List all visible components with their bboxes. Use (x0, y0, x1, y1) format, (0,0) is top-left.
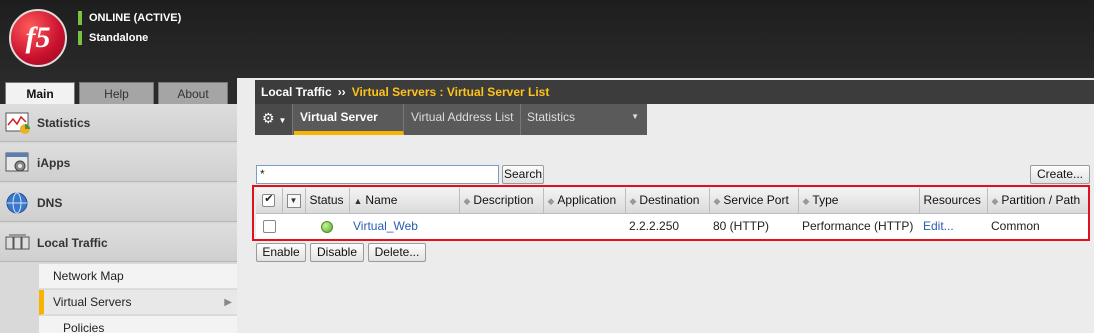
tab-statistics[interactable]: Statistics ▼ (521, 104, 647, 135)
chevron-down-icon: ▼ (286, 193, 301, 208)
sort-icon: ◆ (547, 196, 555, 207)
enable-button[interactable]: Enable (256, 243, 306, 262)
col-application[interactable]: ◆ Application (543, 188, 626, 214)
nav-section-dns[interactable]: DNS (0, 184, 237, 222)
checkbox-checked-icon (262, 192, 276, 208)
sub-tabs-bar: ⚙ ▼ Virtual Server List Virtual Address … (255, 104, 647, 150)
col-type[interactable]: ◆ Type (798, 188, 920, 214)
virtual-server-table: ▼ Status ▲Name ◆Description ◆Application… (256, 188, 1088, 239)
cell-description (459, 213, 543, 239)
sort-icon: ◆ (802, 196, 810, 207)
nav-section-iapps[interactable]: iApps (0, 144, 237, 182)
sort-icon: ◆ (629, 196, 637, 207)
subnav-policies[interactable]: Policies (39, 316, 237, 333)
col-status[interactable]: Status (305, 188, 350, 214)
cell-type: Performance (HTTP) (802, 219, 914, 234)
subnav-label: Virtual Servers (53, 295, 132, 309)
local-traffic-icon (5, 234, 30, 249)
nav-tabs: Main Help About (0, 78, 237, 104)
checkbox-icon (262, 220, 276, 234)
status-indicator (78, 11, 82, 25)
breadcrumb-root[interactable]: Local Traffic (261, 85, 332, 99)
virtual-server-name-link[interactable]: Virtual_Web (349, 213, 459, 239)
search-input[interactable]: * (256, 165, 499, 184)
tab-main[interactable]: Main (5, 82, 75, 104)
status-online: ONLINE (ACTIVE) (89, 12, 182, 24)
subnav-label: Network Map (53, 269, 124, 283)
tab-virtual-address-list[interactable]: Virtual Address List (405, 104, 521, 135)
f5-logo[interactable]: f5 (9, 9, 67, 67)
sort-up-icon: ▲ (353, 196, 363, 207)
col-type-label: Type (812, 193, 839, 208)
subnav-label: Policies (63, 321, 105, 333)
table-header-row: ▼ Status ▲Name ◆Description ◆Application… (256, 188, 1088, 214)
search-button[interactable]: Search (502, 165, 544, 184)
breadcrumb-separator: ›› (337, 85, 346, 99)
col-service-port-label: Service Port (723, 193, 789, 208)
cell-service-port: 80 (HTTP) (713, 219, 770, 234)
nav-section-label: Local Traffic (37, 235, 108, 250)
chevron-right-icon: ▶ (224, 296, 232, 308)
breadcrumb-current: Virtual Servers : Virtual Server List (351, 85, 550, 99)
nav-section-label: iApps (37, 155, 71, 170)
row-checkbox[interactable] (256, 213, 282, 239)
chevron-down-icon: ▼ (631, 112, 639, 121)
column-menu[interactable]: ▼ (282, 188, 306, 214)
status-standalone: Standalone (89, 32, 149, 44)
gear-menu-icon[interactable]: ⚙ ▼ (255, 104, 293, 135)
nav-section-statistics[interactable]: Statistics (0, 104, 237, 142)
status-available-icon (305, 213, 349, 239)
col-description-label: Description (473, 193, 534, 208)
nav-section-local-traffic[interactable]: Local Traffic (0, 224, 237, 262)
nav-section-label: DNS (37, 195, 63, 210)
disable-button[interactable]: Disable (310, 243, 364, 262)
statistics-chart-icon (5, 112, 30, 134)
col-partition[interactable]: ◆ Partition / Path (987, 188, 1088, 214)
cell-destination: 2.2.2.250 (629, 219, 680, 234)
col-service-port[interactable]: ◆ Service Port (709, 188, 799, 214)
status-indicator (78, 31, 82, 45)
dns-globe-icon (6, 192, 28, 213)
sort-icon: ◆ (463, 196, 471, 207)
subnav-virtual-servers[interactable]: Virtual Servers ▶ (39, 290, 237, 315)
nav-section-label: Statistics (37, 115, 91, 130)
col-destination[interactable]: ◆ Destination (625, 188, 710, 214)
col-resources: Resources (919, 188, 988, 214)
tab-label: Statistics (527, 110, 576, 124)
iapps-gear-icon (5, 152, 29, 171)
col-application-label: Application (557, 193, 617, 208)
col-partition-label: Partition / Path (1001, 193, 1081, 208)
cell-partition: Common (991, 219, 1040, 234)
sort-icon: ◆ (991, 196, 999, 207)
left-navigation: Main Help About Statistics iApps DNS Loc… (0, 78, 237, 333)
col-name[interactable]: ▲ Name (349, 188, 460, 214)
device-status: ONLINE (ACTIVE) Standalone (78, 8, 181, 48)
subnav-network-map[interactable]: Network Map (39, 264, 237, 289)
tab-help[interactable]: Help (79, 82, 154, 104)
tab-virtual-server-list[interactable]: Virtual Server List (294, 104, 404, 150)
top-banner: f5 ONLINE (ACTIVE) Standalone (0, 0, 1094, 78)
col-destination-label: Destination (639, 193, 700, 208)
breadcrumb: Local Traffic ›› Virtual Servers : Virtu… (255, 80, 1094, 104)
delete-button[interactable]: Delete... (368, 243, 426, 262)
select-all-checkbox[interactable] (256, 188, 283, 214)
tab-about[interactable]: About (158, 82, 228, 104)
create-button[interactable]: Create... (1030, 165, 1090, 184)
table-row: Virtual_Web 2.2.2.250 80 (HTTP) Performa… (256, 213, 1088, 239)
col-name-label: Name (365, 193, 398, 208)
sort-icon: ◆ (713, 196, 721, 207)
col-description[interactable]: ◆ Description (459, 188, 544, 214)
cell-application (543, 213, 625, 239)
resources-edit-link[interactable]: Edit... (919, 213, 987, 239)
